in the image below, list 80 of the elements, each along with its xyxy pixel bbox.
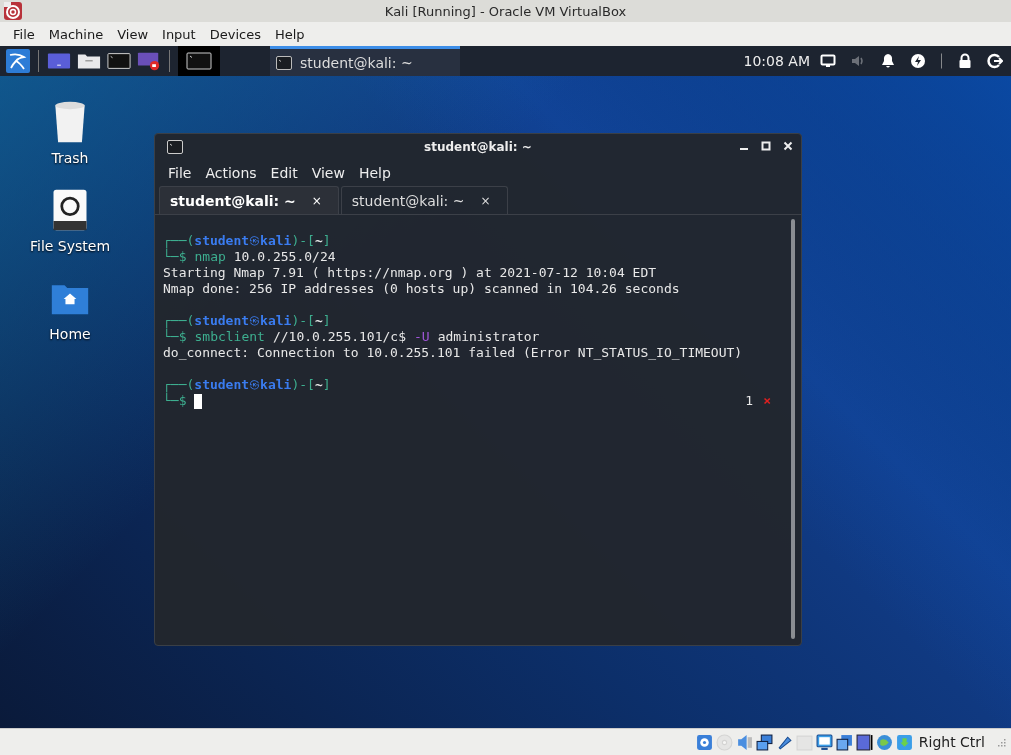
dragon-logo-icon[interactable] bbox=[6, 49, 30, 73]
window-title: student@kali: ~ bbox=[424, 140, 532, 154]
prompt-directory: ~ bbox=[314, 233, 323, 249]
icon-label[interactable]: Trash bbox=[51, 150, 89, 166]
close-icon[interactable] bbox=[783, 141, 793, 151]
command-argument: //10.0.255.101/c$ bbox=[272, 329, 406, 345]
prompt-at-symbol: ㉿ bbox=[249, 313, 261, 329]
tab[interactable]: student@kali: ~ × bbox=[159, 186, 339, 214]
prompt-at-symbol: ㉿ bbox=[249, 233, 261, 249]
terminal-icon bbox=[167, 140, 183, 154]
lock-icon[interactable] bbox=[957, 53, 973, 69]
scrollbar[interactable] bbox=[791, 219, 795, 639]
window-title: Kali [Running] - Oracle VM VirtualBox bbox=[384, 3, 627, 19]
workspace-switcher[interactable] bbox=[178, 46, 220, 76]
taskbar-button[interactable]: student@kali: ~ bbox=[270, 46, 460, 76]
virtualbox-logo-icon bbox=[3, 1, 23, 21]
menu-item[interactable]: Edit bbox=[263, 165, 305, 181]
prompt-user: student bbox=[194, 313, 250, 329]
output-line: do_connect: Connection to 10.0.255.101 failed (Error NT_STATUS_IO_TIMEOUT) bbox=[163, 345, 743, 361]
bell-icon[interactable] bbox=[880, 53, 896, 69]
screen-recorder-icon[interactable] bbox=[137, 51, 161, 71]
prompt-host: kali bbox=[260, 233, 292, 249]
prompt-frame: ┌──( bbox=[163, 233, 195, 249]
monitor-icon[interactable] bbox=[815, 733, 833, 751]
prompt-frame: )-[ bbox=[291, 233, 315, 249]
icon-label[interactable]: Home bbox=[49, 326, 91, 342]
command-name: nmap bbox=[194, 249, 226, 265]
menu-item[interactable]: View bbox=[304, 165, 352, 181]
output-line: Starting Nmap 7.91 ( https://nmap.org ) at 2021-07-12 10:04 EDT bbox=[163, 265, 657, 281]
lightning-icon[interactable] bbox=[910, 53, 926, 69]
drive-icon[interactable] bbox=[50, 188, 90, 232]
prompt-directory: ~ bbox=[314, 377, 323, 393]
network-icon[interactable] bbox=[755, 733, 773, 751]
menu-item[interactable]: File bbox=[161, 165, 199, 181]
prompt-frame: ┌──( bbox=[163, 377, 195, 393]
prompt-symbol: └─$ bbox=[163, 393, 187, 409]
prompt-host: kali bbox=[260, 377, 292, 393]
menu-item[interactable]: Help bbox=[351, 165, 398, 181]
window-icon[interactable] bbox=[835, 733, 853, 751]
prompt-at-symbol: ㉿ bbox=[249, 377, 261, 393]
logout-icon[interactable] bbox=[987, 53, 1003, 69]
menu-item[interactable]: Devices bbox=[202, 26, 268, 42]
terminal-icon bbox=[186, 51, 212, 71]
menu-item[interactable]: File bbox=[6, 26, 42, 42]
command-argument: 10.0.255.0/24 bbox=[233, 249, 336, 265]
tab[interactable]: student@kali: ~ × bbox=[340, 186, 508, 214]
terminal-icon[interactable] bbox=[107, 51, 131, 71]
menu-item[interactable]: Input bbox=[155, 26, 203, 42]
prompt-directory: ~ bbox=[314, 313, 323, 329]
prompt-user: student bbox=[194, 233, 250, 249]
error-mark: × bbox=[763, 393, 771, 409]
command-option: -U bbox=[414, 329, 430, 345]
resize-grip-icon[interactable] bbox=[995, 736, 1007, 748]
terminal-icon bbox=[276, 55, 292, 70]
prompt-frame: )-[ bbox=[291, 377, 315, 393]
menu-item[interactable]: Help bbox=[267, 26, 312, 42]
prompt-user: student bbox=[194, 377, 250, 393]
prompt-symbol: └─$ bbox=[163, 249, 187, 265]
exit-code: 1 bbox=[745, 393, 754, 409]
command-name: smbclient bbox=[194, 329, 265, 345]
menu-item[interactable]: Actions bbox=[198, 165, 264, 181]
command-argument: administrator bbox=[437, 329, 540, 345]
tab-close-button[interactable]: × bbox=[480, 193, 491, 208]
monitor-icon[interactable] bbox=[820, 53, 836, 69]
menu-item[interactable]: Machine bbox=[41, 26, 111, 42]
output-line: Nmap done: 256 IP addresses (0 hosts up) scanned in 104.26 seconds bbox=[163, 281, 680, 297]
panel-separator bbox=[940, 51, 943, 71]
clock[interactable]: 10:08 AM bbox=[743, 53, 810, 69]
host-key-label: Right Ctrl bbox=[918, 734, 985, 750]
prompt-frame: ] bbox=[322, 233, 331, 249]
prompt-frame: )-[ bbox=[291, 313, 315, 329]
prompt-symbol: └─$ bbox=[163, 329, 187, 345]
prompt-host: kali bbox=[260, 313, 292, 329]
prompt-frame: ] bbox=[322, 313, 331, 329]
maximize-icon[interactable] bbox=[761, 141, 771, 151]
prompt-frame: ┌──( bbox=[163, 313, 195, 329]
tab-close-button[interactable]: × bbox=[311, 193, 322, 208]
icon-label[interactable]: File System bbox=[29, 238, 111, 254]
prompt-frame: ] bbox=[322, 377, 331, 393]
menu-item[interactable]: View bbox=[110, 26, 156, 42]
